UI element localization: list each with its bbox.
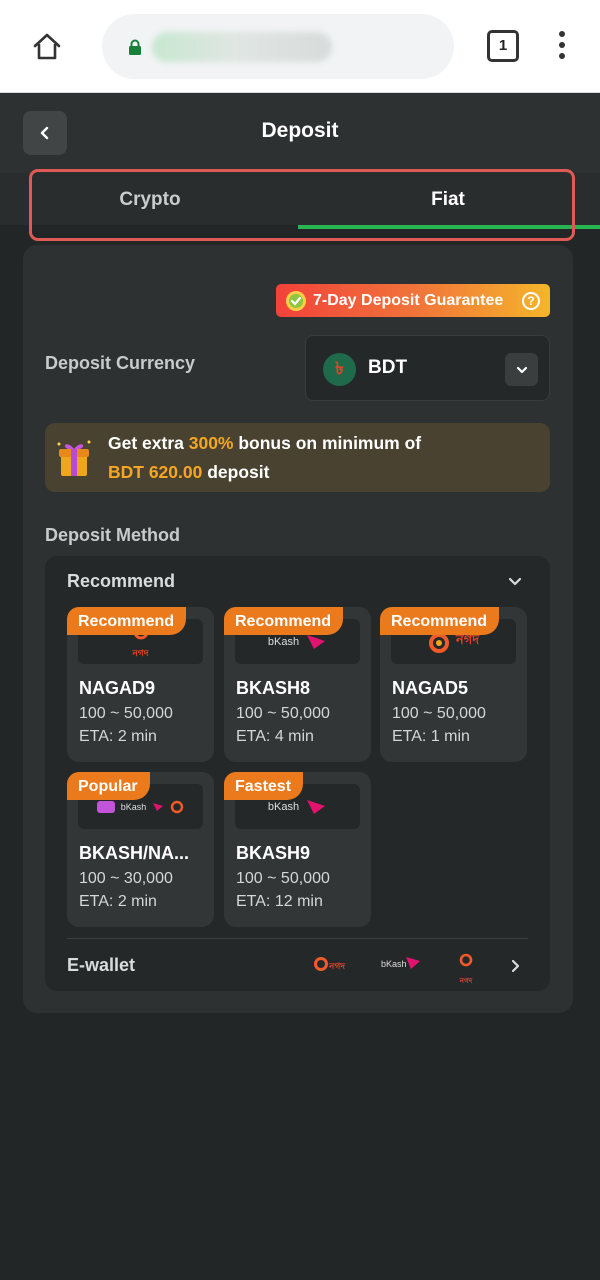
guarantee-label: 7-Day Deposit Guarantee [313,291,504,309]
currency-select[interactable]: ৳ BDT [305,335,550,401]
deposit-guarantee-banner[interactable]: 7-Day Deposit Guarantee ? [276,284,550,317]
divider [67,938,528,939]
method-range: 100 ~ 50,000 [236,705,330,722]
method-range: 100 ~ 50,000 [79,705,173,722]
badge-recommend: Recommend [67,607,187,635]
app-header: Deposit [0,93,600,173]
method-card-bkash8[interactable]: bKash Recommend BKASH8 100 ~ 50,000 ETA:… [224,607,371,762]
bonus-line-2: BDT 620.00 deposit [108,462,270,482]
method-eta: ETA: 1 min [392,728,470,745]
deposit-currency-label: Deposit Currency [45,353,196,373]
bonus-banner: Get extra 300% bonus on minimum of BDT 6… [45,423,550,492]
method-range: 100 ~ 30,000 [79,870,173,887]
method-eta: ETA: 2 min [79,893,157,910]
method-card-bkash-nagad[interactable]: bKash Popular BKASH/NA... 100 ~ 30,000 E… [67,772,214,927]
lock-icon [129,39,141,55]
page-title: Deposit [261,119,339,142]
taka-icon: ৳ [323,353,356,386]
method-range: 100 ~ 50,000 [236,870,330,887]
address-bar[interactable] [102,14,454,79]
deposit-method-list: Recommend নগদ Recommend NAGAD9 100 ~ 50,… [45,556,550,991]
recommend-group-title: Recommend [67,571,176,591]
method-card-bkash9[interactable]: bKash Fastest BKASH9 100 ~ 50,000 ETA: 1… [224,772,371,927]
question-circle-icon[interactable]: ? [522,291,540,310]
chevron-down-icon[interactable] [507,573,523,589]
browser-toolbar: 1 [0,0,600,93]
bonus-line-1: Get extra 300% bonus on minimum of [108,433,422,453]
chevron-down-icon[interactable] [505,353,538,386]
tabs-highlight-outline [29,169,575,241]
home-icon[interactable] [30,30,64,64]
badge-recommend: Recommend [224,607,344,635]
selected-currency: BDT [368,357,408,378]
method-name: BKASH8 [236,678,311,698]
bkash-logo [406,957,420,969]
ewallet-logos[interactable]: নগদ bKash নগদ [307,953,507,985]
gift-icon [57,440,91,476]
method-card-nagad9[interactable]: নগদ Recommend NAGAD9 100 ~ 50,000 ETA: 2… [67,607,214,762]
url-text [152,32,332,62]
method-eta: ETA: 4 min [236,728,314,745]
nagad-logo: নগদ [459,953,473,987]
chevron-right-icon[interactable] [507,958,523,974]
wallet-icon [96,800,115,813]
method-eta: ETA: 12 min [236,893,323,910]
deposit-method-label: Deposit Method [45,525,180,545]
ewallet-row-label[interactable]: E-wallet [67,955,135,976]
nagad-logo [314,957,328,971]
method-name: NAGAD5 [392,678,469,698]
badge-fastest: Fastest [224,772,304,800]
method-name: NAGAD9 [79,678,156,698]
more-vert-icon[interactable] [550,28,574,64]
method-card-nagad5[interactable]: নগদ Recommend NAGAD5 100 ~ 50,000 ETA: 1… [380,607,527,762]
method-name: BKASH/NA... [79,843,190,863]
method-eta: ETA: 2 min [79,728,157,745]
badge-recommend: Recommend [380,607,500,635]
badge-popular: Popular [67,772,150,800]
tab-switcher-button[interactable]: 1 [487,30,519,62]
method-name: BKASH9 [236,843,311,863]
method-range: 100 ~ 50,000 [392,705,486,722]
guarantee-badge-icon [286,290,306,311]
deposit-card: 7-Day Deposit Guarantee ? Deposit Curren… [23,245,573,1013]
